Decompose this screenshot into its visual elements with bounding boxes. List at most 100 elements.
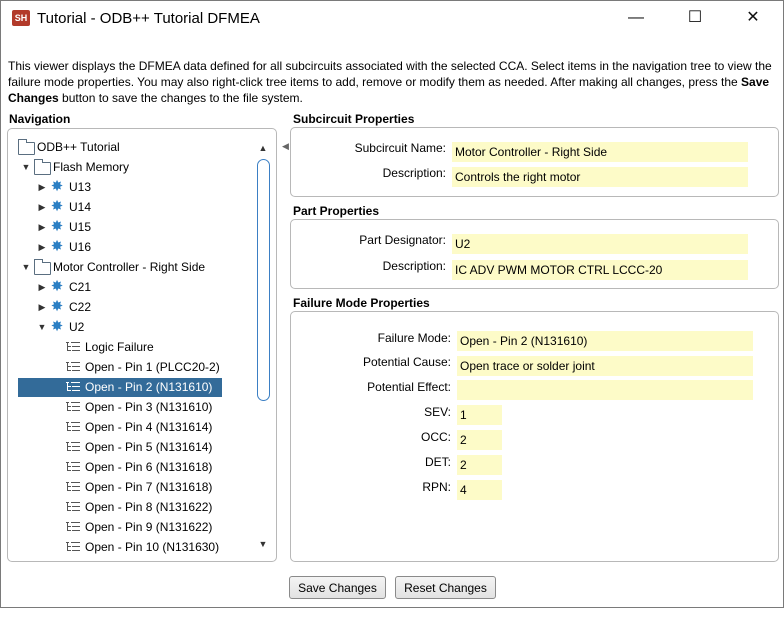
tree-item-label: Open - Pin 10 (N131630) [85,540,220,554]
tree-item-label: U13 [69,180,92,194]
tree-item[interactable]: Open - Pin 2 (N131610) [8,377,253,397]
subcircuit-name-label: Subcircuit Name: [354,141,446,155]
tree-item-label: Open - Pin 3 (N131610) [85,400,213,414]
description-text: This viewer displays the DFMEA data defi… [8,58,778,106]
gear-icon: ✸ [50,178,64,195]
subcircuit-group: Subcircuit Name: Motor Controller - Righ… [290,127,779,197]
tree-item[interactable]: ▶ ✸ U13 [8,177,253,197]
tree-item-label: U15 [69,220,92,234]
potential-cause-label: Potential Cause: [362,355,451,369]
folder-icon [34,159,51,175]
expand-right-icon[interactable]: ▶ [37,277,47,297]
tree-item[interactable]: Open - Pin 10 (N131630) [8,537,253,557]
navigation-heading: Navigation [9,112,71,126]
list-icon [66,341,80,353]
tree-item[interactable]: Open - Pin 5 (N131614) [8,437,253,457]
scroll-down-icon[interactable]: ▼ [254,537,272,551]
list-icon [66,401,80,413]
list-icon [66,541,80,553]
tree-item[interactable]: ▶ ✸ C21 [8,277,253,297]
tree-item-label: Open - Pin 7 (N131618) [85,480,213,494]
part-designator-field[interactable]: U2 [452,234,748,254]
tree-item[interactable]: ▼ ✸ U2 [8,317,253,337]
expand-down-icon[interactable]: ▼ [21,157,31,177]
part-description-label: Description: [382,259,446,273]
tree-item-label: U14 [69,200,92,214]
save-changes-button[interactable]: Save Changes [289,576,386,599]
tree-item[interactable]: Open - Pin 6 (N131618) [8,457,253,477]
expand-right-icon[interactable]: ▶ [37,297,47,317]
sev-field[interactable]: 1 [457,405,502,425]
tree-item-label: Open - Pin 2 (N131610) [85,380,213,394]
subcircuit-name-field[interactable]: Motor Controller - Right Side [452,142,748,162]
failure-mode-heading: Failure Mode Properties [293,296,430,310]
potential-effect-field[interactable] [457,380,753,400]
tree-item[interactable]: ▶ ✸ C22 [8,297,253,317]
rpn-field[interactable]: 4 [457,480,502,500]
scroll-thumb[interactable] [257,159,270,401]
gear-icon: ✸ [50,318,64,335]
tree-item[interactable]: Open - Pin 9 (N131622) [8,517,253,537]
tree-item[interactable]: Open - Pin 3 (N131610) [8,397,253,417]
list-icon [66,381,80,393]
expand-right-icon[interactable]: ▶ [37,237,47,257]
expand-right-icon[interactable]: ▶ [37,177,47,197]
part-description-field[interactable]: IC ADV PWM MOTOR CTRL LCCC-20 [452,260,748,280]
dfmea-window: SH Tutorial - ODB++ Tutorial DFMEA — ☐ ✕… [0,0,784,608]
close-button[interactable]: ✕ [724,1,782,35]
expand-down-icon[interactable]: ▼ [37,317,47,337]
window-title: Tutorial - ODB++ Tutorial DFMEA [37,10,260,27]
tree-item[interactable]: ▼ Flash Memory [8,157,253,177]
minimize-button[interactable]: — [607,1,665,35]
det-label: DET: [424,455,451,469]
tree-item[interactable]: Logic Failure [8,337,253,357]
list-icon [66,461,80,473]
tree-item[interactable]: ▼ Motor Controller - Right Side [8,257,253,277]
det-field[interactable]: 2 [457,455,502,475]
maximize-button[interactable]: ☐ [666,1,724,35]
gear-icon: ✸ [50,278,64,295]
tree-item[interactable]: ▶ ✸ U14 [8,197,253,217]
sev-label: SEV: [424,405,451,419]
tree-item[interactable]: ▶ ✸ U15 [8,217,253,237]
tree-item-label: Open - Pin 5 (N131614) [85,440,213,454]
occ-field[interactable]: 2 [457,430,502,450]
tree-item-label: Open - Pin 8 (N131622) [85,500,213,514]
tree-item-label: Open - Pin 1 (PLCC20-2) [85,360,220,374]
expand-down-icon[interactable]: ▼ [21,257,31,277]
tree-item-label: Open - Pin 4 (N131614) [85,420,213,434]
tree-scrollbar[interactable]: ▲ ▼ [254,137,272,557]
tree-item[interactable]: Open - Pin 7 (N131618) [8,477,253,497]
list-icon [66,521,80,533]
tree-item-label: Flash Memory [53,160,130,174]
tree-item-label: Logic Failure [85,340,154,354]
scroll-up-icon[interactable]: ▲ [254,141,272,155]
tree-item[interactable]: Open - Pin 8 (N131622) [8,497,253,517]
part-group: Part Designator: U2 Description: IC ADV … [290,219,779,289]
tree-item[interactable]: Open - Pin 4 (N131614) [8,417,253,437]
reset-changes-button[interactable]: Reset Changes [395,576,496,599]
expand-right-icon[interactable]: ▶ [37,197,47,217]
splitter-handle[interactable]: ◀ [282,141,289,161]
title-bar[interactable]: SH Tutorial - ODB++ Tutorial DFMEA — ☐ ✕ [1,1,783,37]
navigation-tree: ODB++ Tutorial ▼ Flash Memory ▶ ✸ U13 ▶ ✸ U14 ▶ ✸ U… [8,137,253,557]
occ-label: OCC: [421,430,451,444]
part-designator-label: Part Designator: [359,233,446,247]
tree-item[interactable]: Open - Pin 1 (PLCC20-2) [8,357,253,377]
potential-cause-field[interactable]: Open trace or solder joint [457,356,753,376]
failure-mode-group: Failure Mode: Open - Pin 2 (N131610) Pot… [290,311,779,562]
tree-item[interactable]: ▶ ✸ U16 [8,237,253,257]
failure-mode-field[interactable]: Open - Pin 2 (N131610) [457,331,753,351]
tree-item[interactable]: ODB++ Tutorial [8,137,253,157]
failure-mode-label: Failure Mode: [377,331,451,345]
folder-icon [34,259,51,275]
gear-icon: ✸ [50,298,64,315]
gear-icon: ✸ [50,218,64,235]
subcircuit-description-field[interactable]: Controls the right motor [452,167,748,187]
tree-item-label: U2 [69,320,85,334]
expand-right-icon[interactable]: ▶ [37,217,47,237]
tree-item-label: Open - Pin 6 (N131618) [85,460,213,474]
tree-item-label: Motor Controller - Right Side [53,260,206,274]
potential-effect-label: Potential Effect: [367,380,451,394]
tree-item-label: U16 [69,240,92,254]
